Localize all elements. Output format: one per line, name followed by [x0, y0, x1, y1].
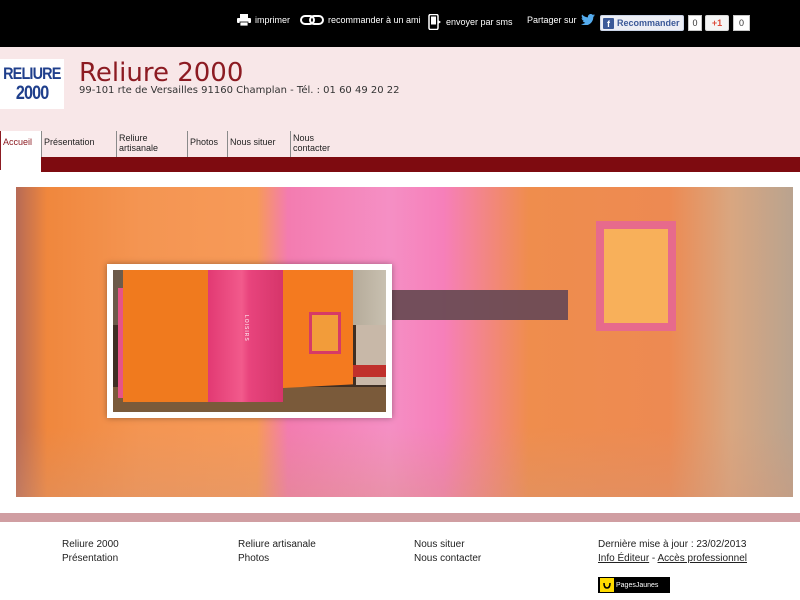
footer-column-3: Nous situer Nous contacter	[414, 538, 481, 566]
nav-item-presentation[interactable]: Présentation	[41, 131, 116, 157]
nav-item-reliure-artisanale[interactable]: Reliure artisanale	[116, 131, 187, 157]
logo-line-2: 2000	[15, 83, 49, 104]
nav-item-label: Reliure artisanale	[119, 133, 159, 153]
nav-item-nous-situer[interactable]: Nous situer	[227, 131, 290, 157]
mobile-phone-icon	[428, 14, 442, 30]
footer-link-home[interactable]: Reliure 2000	[62, 538, 119, 552]
footer-separator: -	[649, 553, 658, 564]
google-plus-label: +1	[711, 18, 723, 28]
pagesjaunes-badge[interactable]: PagesJaunes	[598, 577, 670, 593]
nav-item-photos[interactable]: Photos	[187, 131, 227, 157]
last-update: Dernière mise à jour : 23/02/2013	[598, 539, 747, 550]
footer-legal-links: Info Éditeur - Accès professionnel	[598, 552, 747, 566]
slide-thumbnail[interactable]: LOISIRS	[107, 264, 392, 418]
book-spine-title: LOISIRS	[243, 315, 249, 342]
facebook-recommend-button[interactable]: f Recommander	[600, 15, 684, 31]
send-sms-link[interactable]: envoyer par sms	[428, 14, 513, 30]
recommend-friend-label: recommander à un ami	[328, 15, 421, 25]
footer-divider	[0, 513, 800, 522]
info-editeur-link[interactable]: Info Éditeur	[598, 553, 649, 564]
print-label: imprimer	[255, 15, 290, 25]
share-on: Partager sur	[527, 14, 595, 25]
logo-line-1: RELIURE	[3, 64, 61, 83]
book-front-cover	[123, 270, 208, 402]
nav-item-label: Accueil	[3, 137, 33, 147]
pagesjaunes-label: PagesJaunes	[616, 581, 659, 589]
site-logo[interactable]: RELIURE 2000	[0, 59, 64, 109]
photo-red-book	[353, 365, 386, 377]
footer-link-reliure-artisanale[interactable]: Reliure artisanale	[238, 538, 316, 552]
acces-professionnel-link[interactable]: Accès professionnel	[658, 553, 748, 564]
site-address: 99-101 rte de Versailles 91160 Champlan …	[79, 85, 400, 96]
footer-link-nous-contacter[interactable]: Nous contacter	[414, 552, 481, 566]
facebook-recommend-label: Recommander	[617, 18, 680, 28]
slide-caption-bar	[392, 290, 568, 320]
send-sms-label: envoyer par sms	[446, 17, 513, 27]
print-link[interactable]: imprimer	[237, 14, 290, 26]
book-cover-frame	[309, 312, 341, 354]
book-photo: LOISIRS	[113, 270, 386, 412]
recommend-friend-link[interactable]: recommander à un ami	[300, 14, 421, 26]
footer-column-1: Reliure 2000 Présentation	[62, 538, 119, 566]
google-plus-count: 0	[733, 15, 750, 31]
hero-background-shade	[16, 427, 793, 497]
facebook-count: 0	[688, 15, 702, 31]
footer-link-photos[interactable]: Photos	[238, 552, 316, 566]
nav-item-accueil[interactable]: Accueil	[0, 131, 41, 170]
google-plus-button[interactable]: +1	[705, 15, 729, 31]
footer-column-4: Dernière mise à jour : 23/02/2013 Info É…	[598, 538, 747, 566]
printer-icon	[237, 14, 251, 26]
nav-item-label: Nous contacter	[293, 133, 331, 153]
footer-column-2: Reliure artisanale Photos	[238, 538, 316, 566]
facebook-icon: f	[603, 17, 614, 29]
twitter-bird-icon[interactable]	[580, 14, 595, 25]
site-footer: Reliure 2000 Présentation Reliure artisa…	[0, 522, 800, 600]
nav-bar	[0, 157, 800, 172]
share-label: Partager sur	[527, 14, 577, 25]
nav-item-label: Photos	[190, 137, 219, 147]
site-title[interactable]: Reliure 2000	[79, 58, 243, 88]
nav-item-label: Présentation	[44, 137, 95, 147]
chain-link-icon	[300, 14, 324, 26]
pagesjaunes-smile-icon	[600, 578, 614, 592]
hero-background-frame	[596, 221, 676, 331]
top-toolbar: imprimer recommander à un ami envoyer pa…	[0, 0, 800, 47]
footer-link-nous-situer[interactable]: Nous situer	[414, 538, 481, 552]
footer-link-presentation[interactable]: Présentation	[62, 552, 119, 566]
nav-item-nous-contacter[interactable]: Nous contacter	[290, 131, 360, 157]
nav-item-label: Nous situer	[230, 137, 276, 147]
